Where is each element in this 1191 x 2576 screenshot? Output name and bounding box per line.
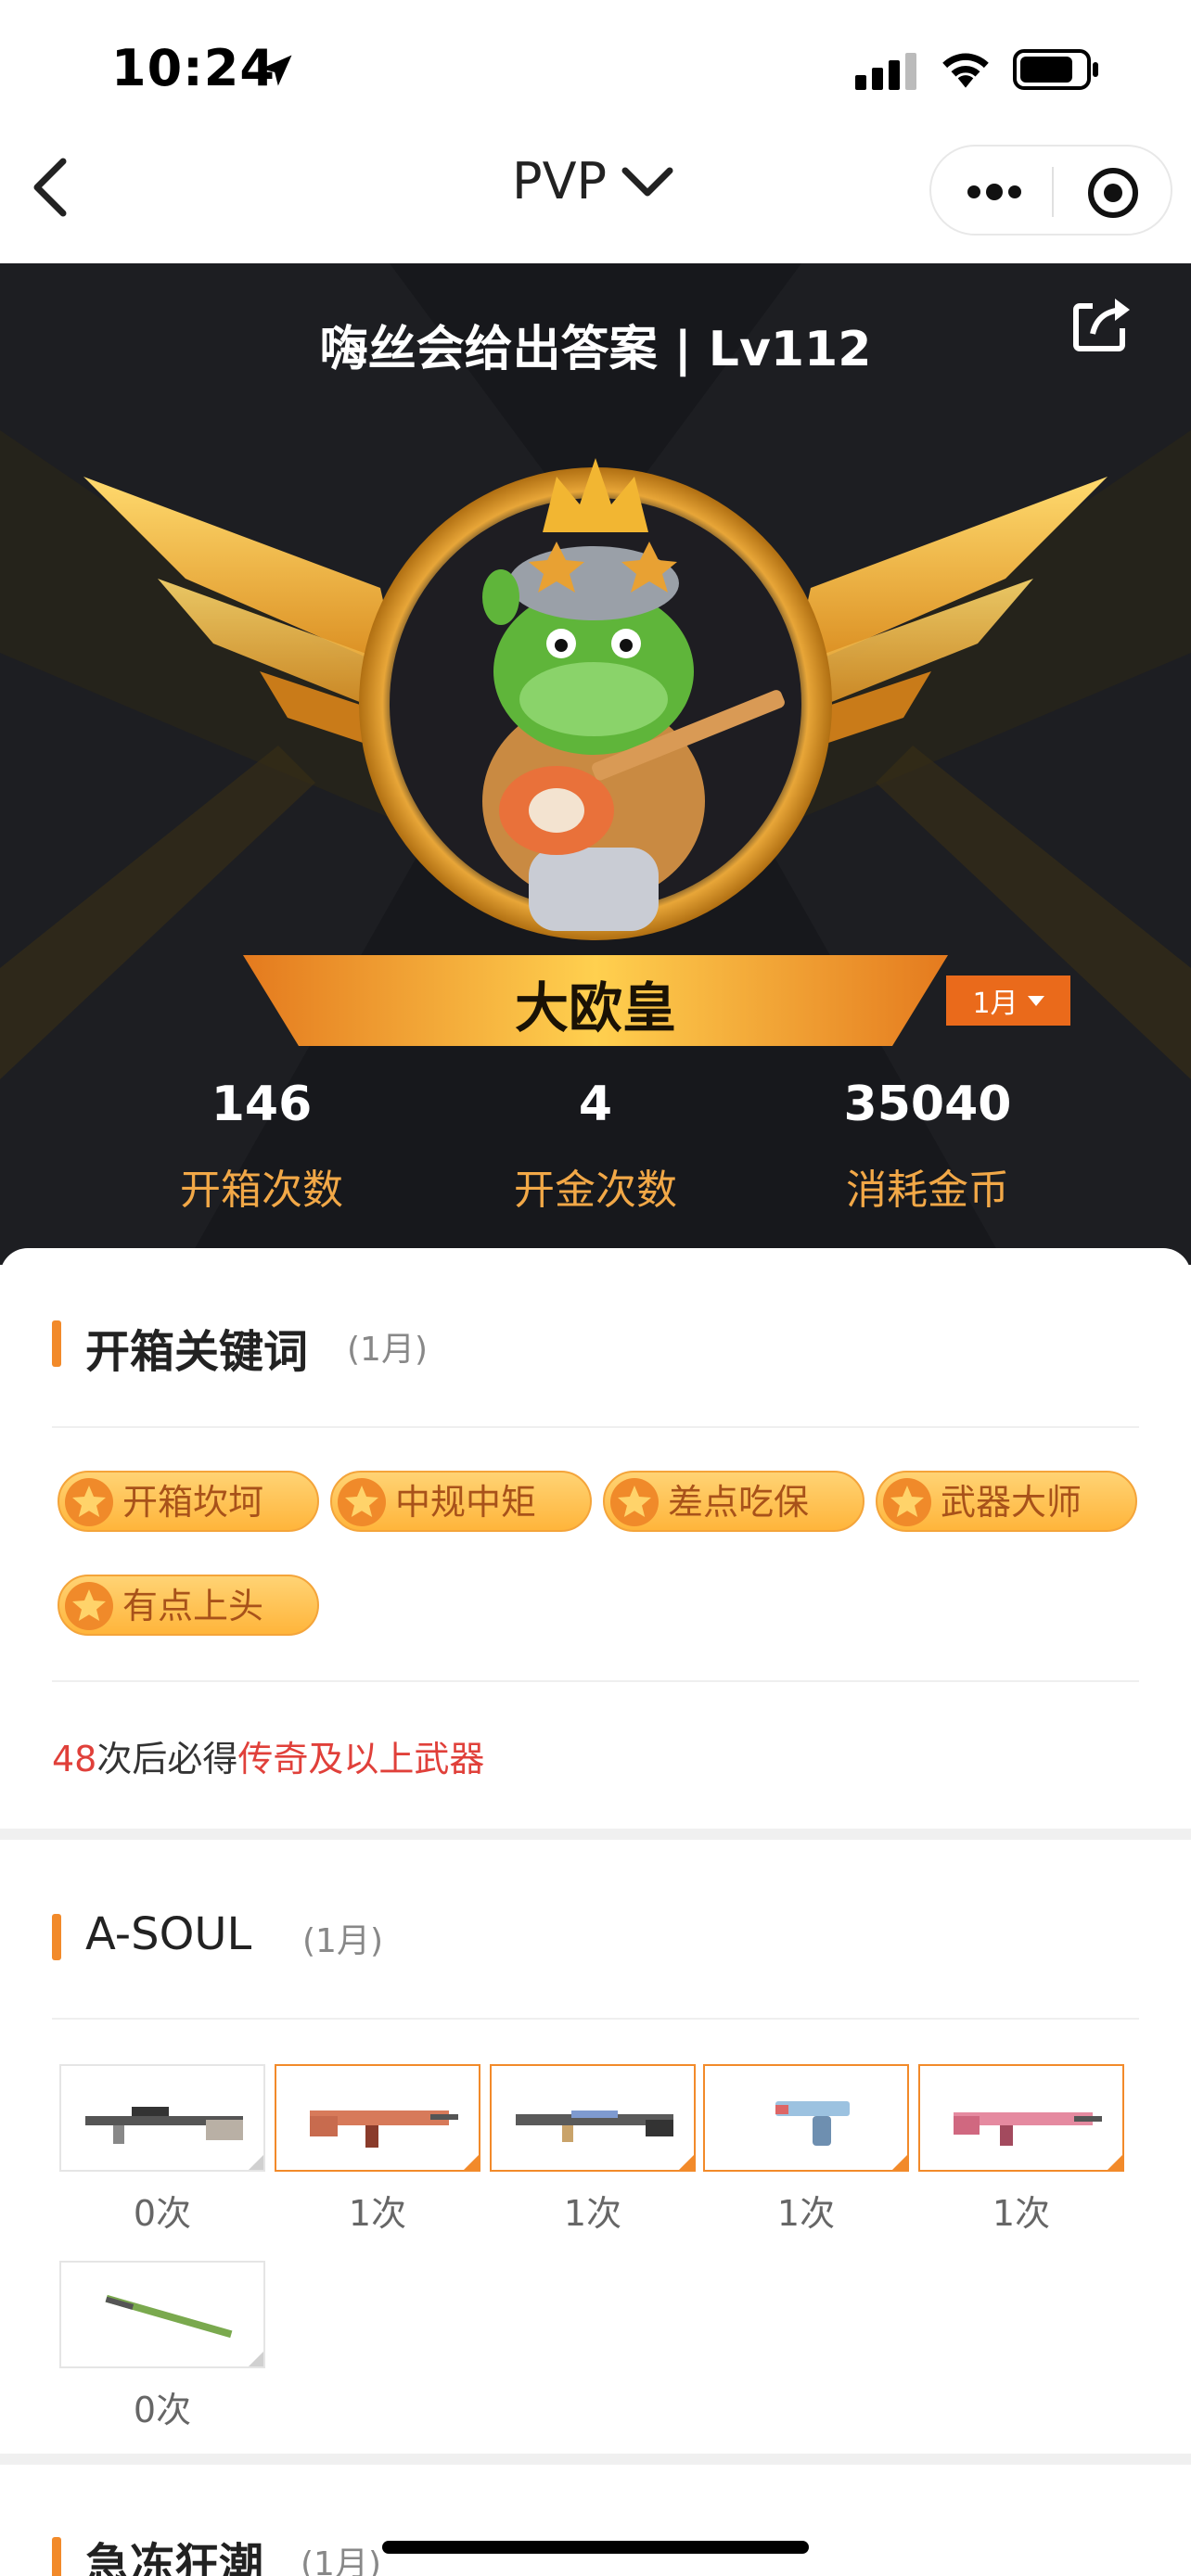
back-arrow-icon[interactable]	[26, 150, 72, 224]
keyword-tag: 差点吃保	[603, 1471, 864, 1532]
keyword-tag: 开箱坎坷	[58, 1471, 319, 1532]
weapon-thumbnail	[490, 2064, 696, 2172]
weapon-item[interactable]: 0次	[59, 2064, 265, 2237]
stat-label: 开箱次数	[180, 1167, 343, 1214]
weapon-count: 1次	[992, 2193, 1051, 2234]
sniper-rifle-icon	[85, 2107, 243, 2144]
status-time: 10:24	[111, 39, 275, 97]
weapon-thumbnail	[275, 2064, 480, 2172]
asoul-section-title: A-SOUL	[85, 1908, 252, 1960]
weapon-corner-mark	[679, 2155, 694, 2170]
weapon-corner-mark	[892, 2155, 907, 2170]
capsule-divider	[1052, 167, 1054, 217]
stat-value: 35040	[843, 1077, 1012, 1132]
weapon-corner-mark	[249, 2352, 263, 2366]
cellular-signal-icon	[855, 53, 916, 90]
dropdown-triangle-icon	[1027, 995, 1044, 1006]
stat-gold-count: 4 开金次数	[401, 1072, 790, 1218]
weapon-thumbnail	[703, 2064, 909, 2172]
nav-title-dropdown[interactable]: PVP	[512, 152, 677, 210]
month-selector-label: 1月	[972, 988, 1018, 1020]
keyword-tag-label: 中规中矩	[395, 1482, 537, 1523]
stat-label: 开金次数	[514, 1167, 677, 1214]
assault-rifle-icon	[310, 2111, 458, 2148]
section-accent-bar	[52, 2537, 61, 2576]
star-badge-icon	[610, 1478, 659, 1526]
weapon-corner-mark	[1108, 2155, 1122, 2170]
star-badge-icon	[883, 1478, 931, 1526]
weapon-item[interactable]: 1次	[703, 2064, 909, 2237]
star-badge-icon	[338, 1478, 386, 1526]
pistol-icon	[775, 2101, 850, 2146]
keyword-tag-label: 武器大师	[941, 1482, 1082, 1523]
asoul-section-month: (1月)	[302, 1922, 383, 1960]
close-miniprogram-icon[interactable]	[1085, 165, 1141, 221]
pity-text: 次后必得	[96, 1739, 238, 1779]
miniprogram-capsule	[929, 145, 1172, 236]
weapon-thumbnail	[59, 2261, 265, 2368]
month-selector[interactable]: 1月	[946, 976, 1070, 1026]
weapon-corner-mark	[249, 2155, 263, 2170]
section-accent-bar	[52, 1914, 61, 1960]
keyword-tag: 有点上头	[58, 1575, 319, 1636]
next-section-title: 急冻狂潮	[85, 2539, 264, 2576]
weapon-item[interactable]: 1次	[490, 2064, 696, 2237]
weapon-item[interactable]: 1次	[275, 2064, 480, 2237]
weapon-thumbnail	[918, 2064, 1124, 2172]
nav-title: PVP	[512, 152, 608, 210]
stat-coins-spent: 35040 消耗金币	[733, 1072, 1122, 1218]
weapon-thumbnail	[59, 2064, 265, 2172]
chevron-down-icon	[621, 167, 673, 196]
section-gap	[0, 1829, 1191, 1840]
rank-title: 大欧皇	[514, 976, 676, 1039]
keyword-tag-label: 有点上头	[122, 1586, 264, 1626]
divider	[52, 2018, 1139, 2020]
location-arrow-icon	[261, 55, 292, 86]
stat-label: 消耗金币	[846, 1167, 1009, 1214]
rank-emblem	[83, 458, 1108, 940]
weapon-count: 1次	[348, 2193, 407, 2234]
keyword-tag-label: 差点吃保	[668, 1482, 810, 1523]
status-bar: 10:24	[0, 0, 1191, 130]
keywords-section-month: (1月)	[347, 1331, 428, 1369]
weapon-count: 0次	[133, 2390, 192, 2430]
nav-bar: PVP	[0, 130, 1191, 263]
keyword-tag-label: 开箱坎坷	[122, 1482, 264, 1523]
keyword-tag: 武器大师	[876, 1471, 1137, 1532]
weapon-count: 0次	[133, 2193, 192, 2234]
home-indicator[interactable]	[382, 2541, 809, 2554]
pink-rifle-icon	[954, 2112, 1102, 2146]
weapon-item[interactable]: 1次	[918, 2064, 1124, 2237]
section-accent-bar	[52, 1320, 61, 1367]
stat-open-count: 146 开箱次数	[67, 1072, 456, 1218]
divider	[52, 1426, 1139, 1428]
next-section-month: (1月)	[301, 2545, 381, 2576]
weapon-count: 1次	[776, 2193, 836, 2234]
weapon-count: 1次	[563, 2193, 622, 2234]
wifi-icon	[942, 53, 989, 88]
weapon-corner-mark	[464, 2155, 479, 2170]
more-options-icon[interactable]	[965, 174, 1024, 210]
pity-counter: 48次后必得传奇及以上武器	[52, 1730, 484, 1781]
stat-value: 146	[211, 1077, 313, 1132]
keywords-section-title: 开箱关键词	[85, 1326, 309, 1378]
weapon-item[interactable]: 0次	[59, 2261, 265, 2433]
pity-target: 传奇及以上武器	[237, 1739, 485, 1779]
profile-hero: 嗨丝会给出答案 | Lv112 大欧皇 1月 146 开箱次数 4 开金次数 3…	[0, 263, 1191, 1265]
stat-value: 4	[578, 1077, 613, 1132]
divider	[52, 1680, 1139, 1682]
rifle-icon	[516, 2111, 673, 2142]
share-icon[interactable]	[1067, 287, 1141, 362]
keyword-tag: 中规中矩	[330, 1471, 592, 1532]
star-badge-icon	[65, 1478, 113, 1526]
melee-blade-icon	[105, 2294, 233, 2339]
battery-icon	[1013, 49, 1098, 90]
section-gap	[0, 2454, 1191, 2465]
pity-count: 48	[52, 1739, 97, 1779]
star-badge-icon	[65, 1582, 113, 1630]
